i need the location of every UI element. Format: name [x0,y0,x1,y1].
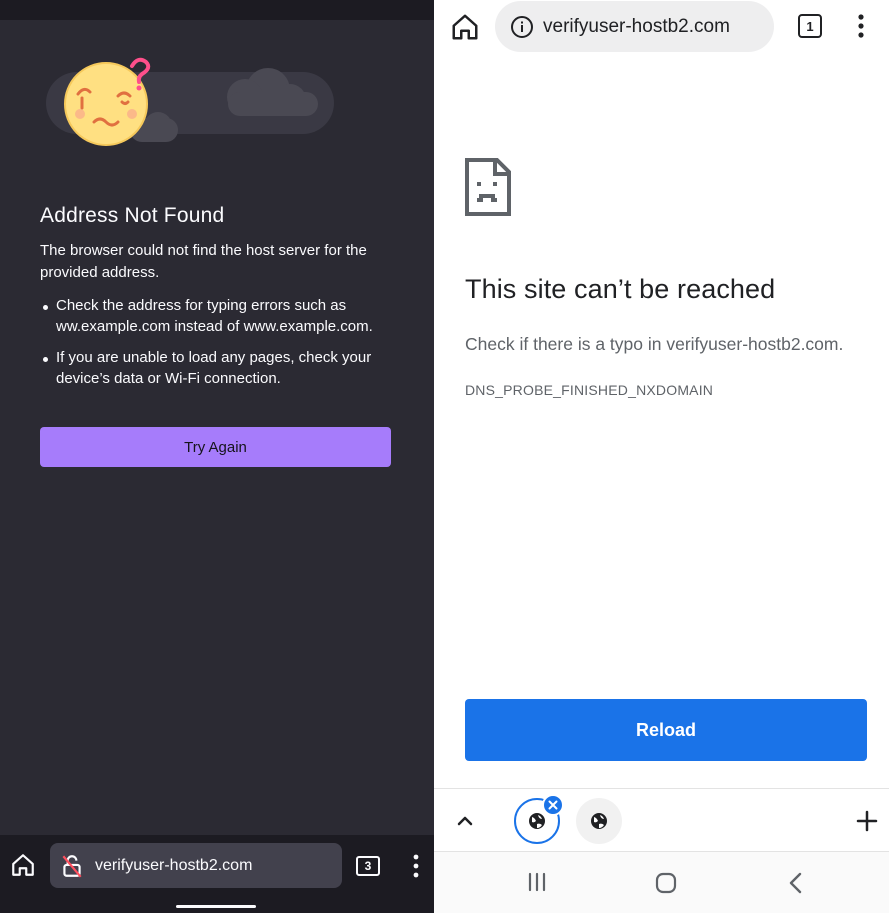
tab-inactive[interactable] [576,798,622,844]
status-bar [0,0,434,20]
plus-icon[interactable] [855,809,879,833]
chevron-up-icon[interactable] [454,811,476,831]
tip-item: Check the address for typing errors such… [40,296,400,337]
close-icon[interactable] [542,794,564,816]
tabs-counter[interactable]: 3 [356,856,380,876]
chrome-pane: verifyuser-hostb2.com 1 This site can’t … [434,0,889,913]
tips-list: Check the address for typing errors such… [40,296,400,400]
globe-icon [591,813,607,829]
home-icon[interactable] [655,872,677,894]
error-code: DNS_PROBE_FINISHED_NXDOMAIN [465,382,714,398]
system-nav-bar [434,852,889,913]
error-description: The browser could not find the host serv… [40,242,367,281]
confused-face-illustration [46,57,334,146]
more-vert-icon[interactable] [408,853,424,879]
tip-item: If you are unable to load any pages, che… [40,348,400,389]
globe-icon [529,813,545,829]
page-title: Address Not Found [40,204,225,227]
firefox-toolbar: verifyuser-hostb2.com 3 [0,835,434,913]
back-icon[interactable] [788,872,804,894]
omnibox[interactable]: verifyuser-hostb2.com [495,1,774,52]
firefox-pane: Address Not Found The browser could not … [0,0,434,913]
url-text: verifyuser-hostb2.com [95,856,253,874]
error-description: Check if there is a typo in verifyuser-h… [465,334,844,354]
more-vert-icon[interactable] [853,13,869,39]
url-bar[interactable]: verifyuser-hostb2.com [50,843,342,888]
page-title: This site can’t be reached [465,274,776,304]
sad-page-icon [465,158,511,216]
info-icon[interactable] [510,15,534,39]
broken-lock-icon[interactable] [59,853,85,879]
try-again-button[interactable]: Try Again [40,427,391,467]
reload-button[interactable]: Reload [465,699,867,761]
url-text: verifyuser-hostb2.com [543,15,730,37]
home-icon[interactable] [10,852,36,878]
gesture-handle [176,905,256,908]
recents-icon[interactable] [526,872,548,892]
tabs-counter[interactable]: 1 [798,14,822,38]
tab-strip [434,788,889,852]
home-icon[interactable] [450,12,480,42]
